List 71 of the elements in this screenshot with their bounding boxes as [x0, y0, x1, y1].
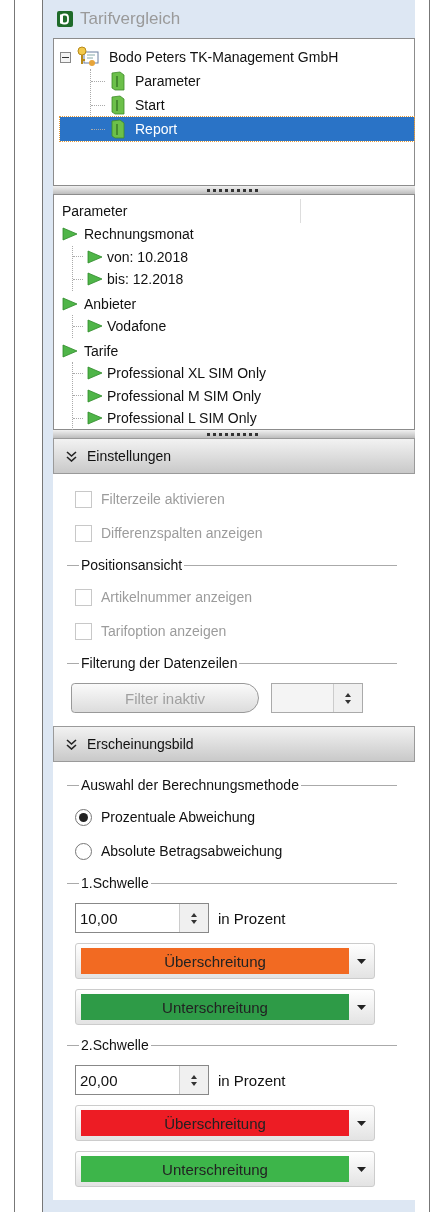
- tree-item: Vodafone: [107, 318, 167, 335]
- group-label: 1.Schwelle: [67, 868, 397, 898]
- tree-item: Anbieter: [84, 295, 137, 312]
- folder-icon: [111, 71, 125, 91]
- splitter-grip-icon: [207, 432, 261, 436]
- dropdown-arrow-icon: [357, 958, 366, 964]
- triangle-icon: [62, 227, 78, 242]
- column-header: Parameter: [62, 199, 301, 223]
- double-chevron-down-icon: [66, 738, 77, 750]
- checkbox-label: Differenzspalten anzeigen: [101, 525, 263, 541]
- triangle-icon: [87, 366, 103, 381]
- collapse-icon[interactable]: [60, 51, 71, 63]
- section-title: Einstellungen: [87, 448, 172, 464]
- color-dropdown[interactable]: Unterschreitung: [75, 989, 375, 1025]
- tree-item[interactable]: Parameter: [91, 69, 410, 93]
- tree-item: Tarife: [84, 342, 119, 359]
- group-label: Positionsansicht: [67, 550, 397, 580]
- tree-item: Rechnungsmonat: [84, 226, 194, 243]
- radio-label: Absolute Betragsabweichung: [101, 843, 283, 859]
- dropdown-arrow-icon: [357, 1166, 366, 1172]
- unit-label: in Prozent: [218, 909, 286, 927]
- double-chevron-down-icon: [66, 450, 77, 462]
- tree-item: von: 10.2018: [107, 248, 188, 265]
- app-logo-icon: [57, 11, 73, 27]
- spin-field[interactable]: [271, 683, 363, 713]
- color-swatch: Unterschreitung: [81, 994, 349, 1020]
- tree-item[interactable]: Start: [91, 93, 410, 117]
- radio-button[interactable]: [75, 808, 92, 826]
- color-swatch: Überschreitung: [81, 948, 349, 974]
- section-header[interactable]: Erscheinungsbild: [53, 726, 415, 762]
- group-label: Filterung der Datenzeilen: [67, 648, 397, 678]
- color-swatch: Überschreitung: [81, 1110, 349, 1136]
- color-dropdown[interactable]: Überschreitung: [75, 943, 375, 979]
- certificate-key-icon: [77, 46, 99, 68]
- tree-item: bis: 12.2018: [107, 271, 184, 288]
- color-dropdown[interactable]: Unterschreitung: [75, 1151, 375, 1187]
- window-title: Tarifvergleich: [80, 9, 181, 29]
- group-label: Auswahl der Berechnungsmethode: [67, 770, 397, 800]
- spin-arrows-icon: [343, 691, 353, 705]
- checkbox-label: Filterzeile aktivieren: [101, 491, 225, 507]
- tree-item: Professional L SIM Only: [107, 410, 257, 427]
- group-label: 2.Schwelle: [67, 1030, 397, 1060]
- tree-item: Professional XL SIM Only: [107, 365, 266, 382]
- checkbox-label: Tarifoption anzeigen: [101, 623, 227, 639]
- radio-button[interactable]: [75, 842, 92, 860]
- spin-arrows-icon: [189, 911, 199, 925]
- triangle-icon: [87, 388, 103, 403]
- spin-arrows-icon: [189, 1073, 199, 1087]
- tree-item[interactable]: Bodo Peters TK-Management GmbH: [105, 47, 343, 67]
- triangle-icon: [62, 343, 78, 358]
- triangle-icon: [87, 411, 103, 426]
- dropdown-arrow-icon: [357, 1120, 366, 1126]
- spin-field[interactable]: 20,00: [75, 1065, 209, 1095]
- section-header[interactable]: Einstellungen: [53, 438, 415, 474]
- color-dropdown[interactable]: Überschreitung: [75, 1105, 375, 1141]
- radio-label: Prozentuale Abweichung: [101, 809, 256, 825]
- triangle-icon: [87, 319, 103, 334]
- unit-label: in Prozent: [218, 1071, 286, 1089]
- section-title: Erscheinungsbild: [87, 736, 194, 752]
- tree-item: Professional M SIM Only: [107, 387, 262, 404]
- folder-icon: [111, 95, 125, 115]
- triangle-icon: [62, 296, 78, 311]
- splitter-grip-icon: [207, 188, 261, 192]
- triangle-icon: [87, 249, 103, 264]
- folder-icon: [111, 119, 125, 139]
- triangle-icon: [87, 272, 103, 287]
- spin-field[interactable]: 10,00: [75, 903, 209, 933]
- checkbox-label: Artikelnummer anzeigen: [101, 589, 252, 605]
- tree-item[interactable]: Report: [60, 117, 414, 141]
- color-swatch: Unterschreitung: [81, 1156, 349, 1182]
- dropdown-arrow-icon: [357, 1004, 366, 1010]
